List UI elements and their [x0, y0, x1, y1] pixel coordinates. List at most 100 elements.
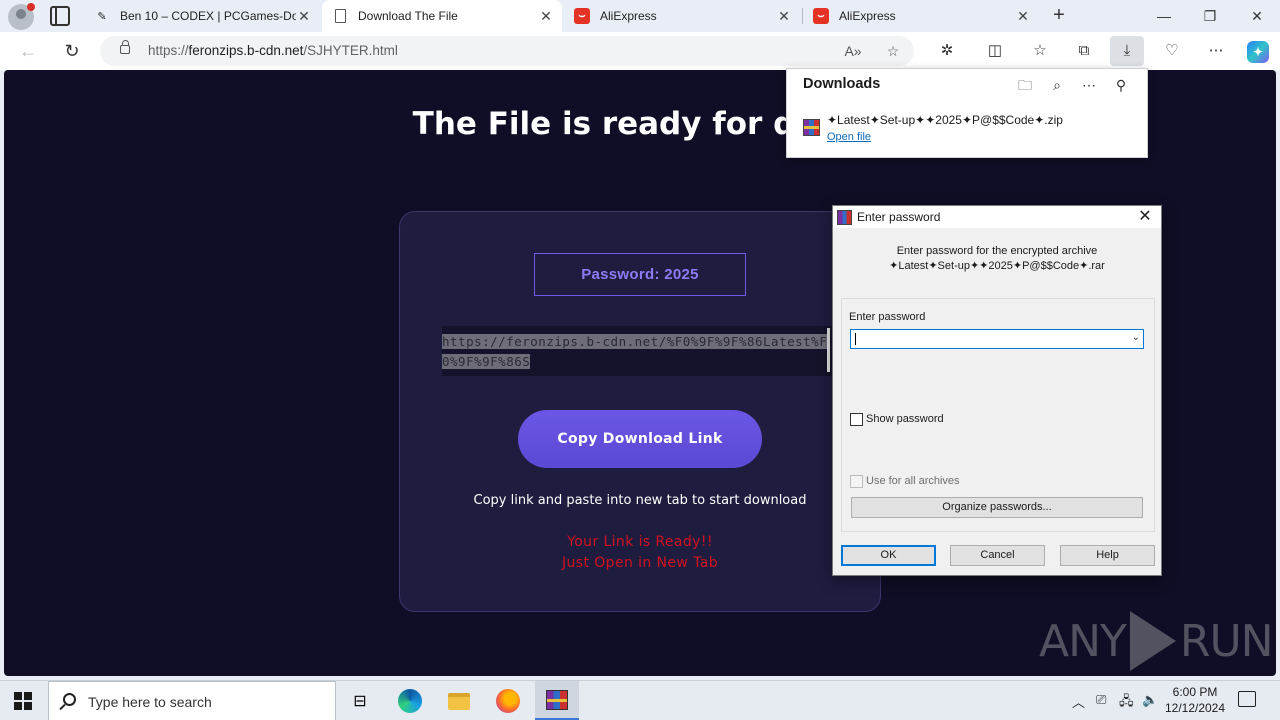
winrar-app-icon[interactable] — [535, 681, 579, 720]
copilot-icon[interactable]: ✦ — [1247, 41, 1269, 63]
minimize-icon[interactable]: — — [1141, 4, 1187, 28]
more-menu-icon[interactable]: ⋯ — [1204, 39, 1228, 63]
clock[interactable]: 6:00 PM 12/12/2024 — [1160, 684, 1230, 716]
profile-avatar-icon[interactable] — [8, 3, 35, 30]
open-file-link[interactable]: Open file — [827, 131, 871, 143]
chevron-down-icon[interactable]: ⌄ — [1132, 332, 1140, 343]
restore-icon[interactable]: ❐ — [1187, 4, 1233, 28]
dialog-message-line-1: Enter password for the encrypted archive — [896, 245, 1098, 257]
help-button[interactable]: Help — [1060, 545, 1155, 566]
tab-codex[interactable]: ✎ Ben 10 – CODEX | PCGames-Dow ✕ — [84, 0, 320, 32]
close-icon[interactable]: ✕ — [1135, 207, 1155, 227]
taskbar: Type here to search ⊟ ︿ ⎚ 🖧 🔈 6:00 PM 12… — [0, 680, 1280, 720]
close-tab-icon[interactable]: ✕ — [1015, 8, 1031, 25]
ready-line-2: Just Open in New Tab — [562, 555, 718, 571]
download-card: Password: 2025 https://feronzips.b-cdn.n… — [399, 211, 881, 612]
clock-time: 6:00 PM — [1172, 685, 1218, 699]
tab-download-the-file[interactable]: Download The File ✕ — [322, 0, 562, 32]
downloads-icon[interactable]: ⤓ — [1110, 36, 1144, 66]
pin-icon[interactable]: ⚲ — [1111, 75, 1131, 95]
search-placeholder: Type here to search — [88, 694, 212, 710]
address-bar[interactable]: https://feronzips.b-cdn.net/SJHYTER.html… — [100, 36, 914, 66]
watermark-text-right: RUN — [1179, 615, 1274, 667]
download-link-text[interactable]: https://feronzips.b-cdn.net/%F0%9F%9F%86… — [442, 332, 828, 372]
browser-toolbar: ← ↻ https://feronzips.b-cdn.net/SJHYTER.… — [0, 32, 1280, 70]
winrar-archive-icon — [803, 119, 820, 136]
close-tab-icon[interactable]: ✕ — [296, 8, 312, 25]
page-icon — [335, 9, 346, 23]
network-icon[interactable]: 🖧 — [1119, 692, 1134, 714]
notifications-icon[interactable] — [1238, 691, 1256, 707]
url-path: /SJHYTER.html — [303, 43, 398, 58]
open-folder-icon[interactable]: 🗀 — [1015, 75, 1035, 95]
dialog-title: Enter password — [857, 210, 941, 224]
play-logo-icon — [1129, 611, 1176, 671]
show-password-label[interactable]: Show password — [866, 413, 944, 425]
extensions-icon[interactable]: ✲ — [935, 39, 959, 63]
url-text[interactable]: https://feronzips.b-cdn.net/SJHYTER.html — [148, 43, 398, 58]
url-prefix: https:// — [148, 43, 189, 58]
downloads-flyout: Downloads 🗀 ⌕ ⋯ ⚲ ✦Latest✦Set-up✦✦2025✦P… — [786, 68, 1148, 158]
search-icon — [63, 693, 76, 706]
ready-line-1: Your Link is Ready!! — [567, 534, 713, 550]
use-for-all-archives-checkbox[interactable] — [850, 475, 863, 488]
notification-dot — [27, 3, 35, 11]
anyrun-watermark: ANY RUN — [1039, 611, 1274, 671]
dialog-titlebar[interactable]: Enter password ✕ — [833, 206, 1161, 228]
cancel-button[interactable]: Cancel — [950, 545, 1045, 566]
text-cursor — [855, 333, 856, 345]
tab-title: Ben 10 – CODEX | PCGames-Dow — [120, 9, 296, 23]
password-label-box: Password: 2025 — [534, 253, 746, 296]
download-link-field[interactable]: https://feronzips.b-cdn.net/%F0%9F%9F%86… — [442, 326, 834, 376]
winrar-icon — [837, 210, 852, 225]
back-arrow-icon[interactable]: ← — [16, 39, 40, 63]
chevron-up-icon[interactable]: ︿ — [1072, 692, 1085, 711]
url-host: feronzips.b-cdn.net — [188, 43, 304, 58]
use-for-all-archives-label[interactable]: Use for all archives — [866, 475, 960, 487]
archive-name: ✦Latest✦Set-up✦✦2025✦P@$$Code✦.rar — [889, 260, 1105, 272]
copy-download-link-button[interactable]: Copy Download Link — [518, 410, 762, 468]
new-tab-icon[interactable]: + — [1048, 4, 1070, 26]
windows-start-icon[interactable] — [14, 692, 32, 710]
tab-title: Download The File — [358, 9, 458, 23]
favorite-star-icon[interactable]: ☆ — [882, 40, 904, 62]
dialog-message: Enter password for the encrypted archive… — [833, 244, 1161, 274]
tab-aliexpress-2[interactable]: ⌣ AliExpress ✕ — [803, 0, 1039, 32]
volume-icon[interactable]: 🔈 — [1142, 692, 1158, 708]
favorites-icon[interactable]: ☆ — [1028, 39, 1052, 63]
aliexpress-favicon-icon: ⌣ — [574, 8, 590, 24]
tab-aliexpress-1[interactable]: ⌣ AliExpress ✕ — [564, 0, 800, 32]
tab-strip: ✎ Ben 10 – CODEX | PCGames-Dow ✕ Downloa… — [0, 0, 1280, 32]
more-options-icon[interactable]: ⋯ — [1079, 75, 1099, 95]
close-tab-icon[interactable]: ✕ — [538, 8, 554, 25]
tab-actions-icon[interactable] — [50, 6, 70, 26]
close-tab-icon[interactable]: ✕ — [776, 8, 792, 25]
split-screen-icon[interactable]: ◫ — [983, 39, 1007, 63]
file-explorer-icon[interactable] — [437, 681, 481, 720]
browser-essentials-icon[interactable]: ♡ — [1160, 39, 1184, 63]
downloads-title: Downloads — [803, 76, 881, 92]
task-view-icon[interactable]: ⊟ — [338, 681, 382, 720]
taskbar-search-box[interactable]: Type here to search — [48, 681, 336, 720]
edge-app-icon[interactable] — [388, 681, 432, 720]
aliexpress-favicon-icon: ⌣ — [813, 8, 829, 24]
clock-date: 12/12/2024 — [1164, 701, 1226, 715]
enter-password-dialog: Enter password ✕ Enter password for the … — [832, 205, 1162, 576]
password-field-label: Enter password — [849, 311, 926, 323]
tab-title: AliExpress — [839, 9, 896, 23]
downloaded-file-name: ✦Latest✦Set-up✦✦2025✦P@$$Code✦.zip — [827, 113, 1063, 127]
show-password-checkbox[interactable] — [850, 413, 863, 426]
read-aloud-icon[interactable]: A» — [842, 40, 864, 62]
password-input[interactable]: ⌄ — [850, 329, 1144, 349]
refresh-icon[interactable]: ↻ — [60, 39, 84, 63]
text-caret — [827, 328, 830, 372]
tab-title: AliExpress — [600, 9, 657, 23]
search-icon[interactable]: ⌕ — [1047, 75, 1067, 95]
organize-passwords-button[interactable]: Organize passwords... — [851, 497, 1143, 518]
lock-icon[interactable] — [120, 40, 130, 54]
collections-icon[interactable]: ⧉ — [1072, 39, 1096, 63]
device-icon[interactable]: ⎚ — [1096, 692, 1106, 708]
firefox-app-icon[interactable] — [486, 681, 530, 720]
close-window-icon[interactable]: ✕ — [1234, 4, 1280, 28]
ok-button[interactable]: OK — [841, 545, 936, 566]
